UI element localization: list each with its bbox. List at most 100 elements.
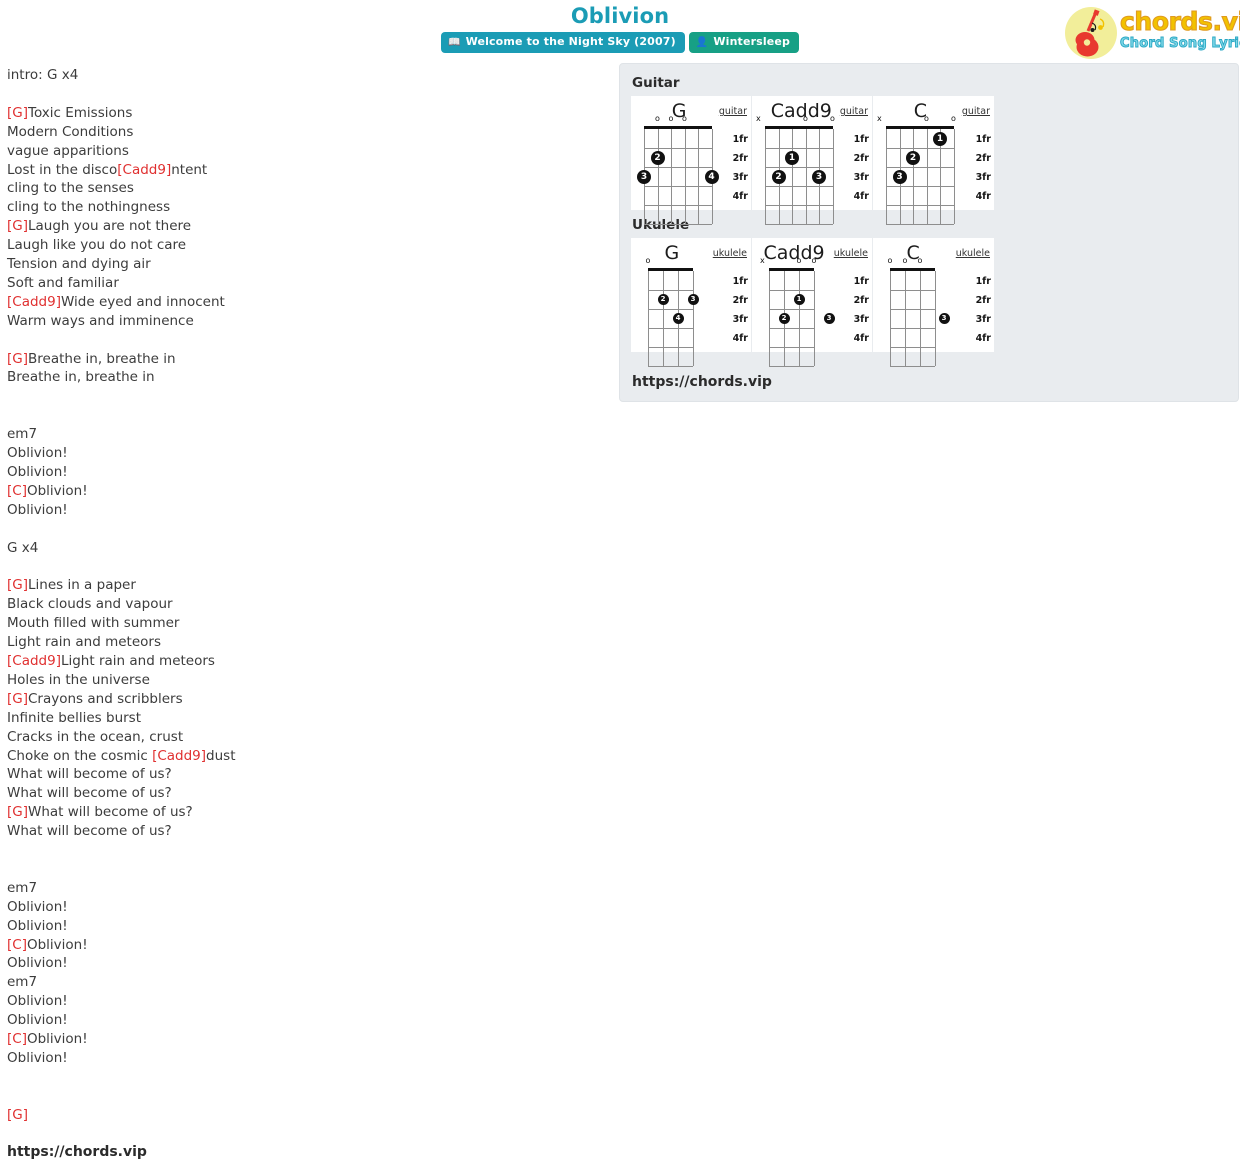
lyric-line: Black clouds and vapour — [7, 595, 607, 614]
finger-dot: 3 — [687, 294, 699, 305]
chord-label[interactable]: [C] — [7, 937, 27, 953]
chord-label[interactable]: [Cadd9] — [152, 748, 206, 764]
lyric-text: Laugh you are not there — [28, 218, 192, 235]
instrument-tag[interactable]: ukulele — [713, 248, 747, 259]
badge-row: 📖 Welcome to the Night Sky (2007) 👤 Winters… — [0, 32, 1240, 53]
chord-label[interactable]: [C] — [7, 483, 27, 499]
string-line — [814, 271, 815, 366]
string-line — [765, 129, 766, 224]
string-line — [693, 271, 694, 366]
lyric-text: Toxic Emissions — [28, 104, 133, 121]
chord-label[interactable]: [Cadd9] — [7, 294, 61, 310]
lyric-line: What will become of us? — [7, 822, 607, 841]
lyric-text: Black clouds and vapour — [7, 596, 173, 613]
string-line — [926, 129, 928, 224]
lyric-text: Oblivion! — [7, 917, 68, 934]
finger-dot: 2 — [778, 313, 790, 324]
finger-dot: 1 — [933, 131, 947, 146]
finger-dot: 2 — [771, 169, 786, 184]
instrument-tag[interactable]: ukulele — [956, 248, 990, 259]
chord-label[interactable]: [G] — [7, 218, 28, 234]
chord-diagram-guitar-Cadd9: Cadd9 guitar o o x 1fr 2fr 3fr 4fr 2 1 3 — [752, 96, 873, 225]
lyric-line: Warm ways and imminence — [7, 312, 607, 331]
lyric-line: intro: G x4 — [7, 66, 607, 85]
lyric-line: Holes in the universe — [7, 671, 607, 690]
guitar-chord-row: Gguitar o o o 1fr 2fr 3fr 4fr 3 2 4 Cadd9 guitar o o x 1… — [631, 96, 995, 225]
chord-label[interactable]: [G] — [7, 1107, 28, 1123]
chord-diagram-guitar-G: Gguitar o o o 1fr 2fr 3fr 4fr 3 2 4 — [631, 96, 752, 225]
lyric-text: em7 — [7, 426, 38, 443]
lyric-text: em7 — [7, 974, 38, 991]
guitar-icon — [1075, 9, 1105, 57]
lyric-text: Oblivion! — [7, 445, 68, 462]
lyric-line: Cracks in the ocean, crust — [7, 728, 607, 747]
lyric-text: vague apparitions — [7, 142, 129, 159]
chord-label[interactable]: [Cadd9] — [7, 653, 61, 669]
fret-number: 4fr — [732, 191, 748, 202]
string-line — [799, 271, 800, 366]
lyric-line — [7, 387, 607, 406]
instrument-tag[interactable]: guitar — [840, 106, 868, 117]
fret-line — [648, 328, 693, 329]
open-string-marker: o — [655, 114, 660, 123]
chord-label[interactable]: [G] — [7, 351, 28, 367]
guitar-section-title: Guitar — [632, 75, 680, 91]
instrument-tag[interactable]: guitar — [962, 106, 990, 117]
string-line — [805, 129, 807, 224]
chord-label[interactable]: [Cadd9] — [117, 162, 171, 178]
lyric-text: cling to the nothingness — [7, 199, 171, 216]
lyric-line: [C]Oblivion! — [7, 482, 607, 501]
lyric-line: Soft and familiar — [7, 274, 607, 293]
chord-label[interactable]: [G] — [7, 691, 28, 707]
fret-line — [648, 347, 693, 348]
chord-label[interactable]: [G] — [7, 804, 28, 820]
fret-line — [765, 205, 833, 206]
chord-diagram-guitar-C: Cguitar o o x 1fr 2fr 3fr 4fr 3 2 1 — [873, 96, 994, 225]
lyric-text: Infinite bellies burst — [7, 709, 141, 726]
fret-line — [890, 328, 935, 329]
lyric-text: intro: G x4 — [7, 67, 79, 83]
fret-number: 4fr — [853, 191, 869, 202]
lyric-line: [G]Toxic Emissions — [7, 104, 607, 123]
fret-line — [644, 224, 712, 225]
lyric-line: vague apparitions — [7, 142, 607, 161]
lyric-text: Oblivion! — [7, 501, 68, 518]
lyric-line: Oblivion! — [7, 1011, 607, 1030]
lyric-text: What will become of us? — [28, 804, 193, 821]
lyric-line — [7, 1087, 607, 1106]
lyric-text: Oblivion! — [7, 993, 68, 1010]
lyric-text: Wide eyed and innocent — [60, 293, 225, 310]
finger-dot: 3 — [812, 169, 826, 184]
fret-number: 3fr — [853, 314, 869, 325]
artist-badge[interactable]: 👤 Wintersleep — [688, 32, 800, 53]
lyric-line — [7, 85, 607, 104]
fret-line — [886, 148, 954, 149]
finger-dot: 3 — [892, 169, 907, 184]
fret-line — [769, 290, 814, 291]
lyric-line: https://chords.vip — [7, 1143, 607, 1162]
string-line — [792, 129, 793, 224]
muted-string-marker: x — [756, 114, 761, 123]
lyric-text: Tension and dying air — [7, 256, 151, 273]
lyric-line: [G]What will become of us? — [7, 803, 607, 822]
finger-dot: 4 — [672, 313, 684, 324]
album-badge[interactable]: 📖 Welcome to the Night Sky (2007) — [440, 32, 685, 53]
fret-number: 3fr — [732, 172, 748, 183]
chord-label[interactable]: [G] — [7, 105, 28, 121]
chord-label[interactable]: [C] — [7, 1031, 27, 1047]
instrument-tag[interactable]: ukulele — [834, 248, 868, 259]
site-logo[interactable]: chords.vip Chord Song Lyric — [1058, 2, 1240, 62]
string-line — [769, 271, 770, 366]
logo-title: chords.vip — [1119, 7, 1240, 36]
finger-dot: 3 — [938, 313, 950, 324]
fret-number: 4fr — [732, 333, 748, 344]
chord-label[interactable]: [G] — [7, 577, 28, 593]
fret-number: 1fr — [853, 134, 869, 145]
lyric-text: ntent — [171, 161, 208, 178]
fret-number: 1fr — [732, 276, 748, 287]
instrument-tag[interactable]: guitar — [719, 106, 747, 117]
string-line — [663, 271, 664, 366]
lyric-line: cling to the senses — [7, 179, 607, 198]
open-string-marker: o — [917, 256, 923, 265]
lyric-line — [7, 860, 607, 879]
